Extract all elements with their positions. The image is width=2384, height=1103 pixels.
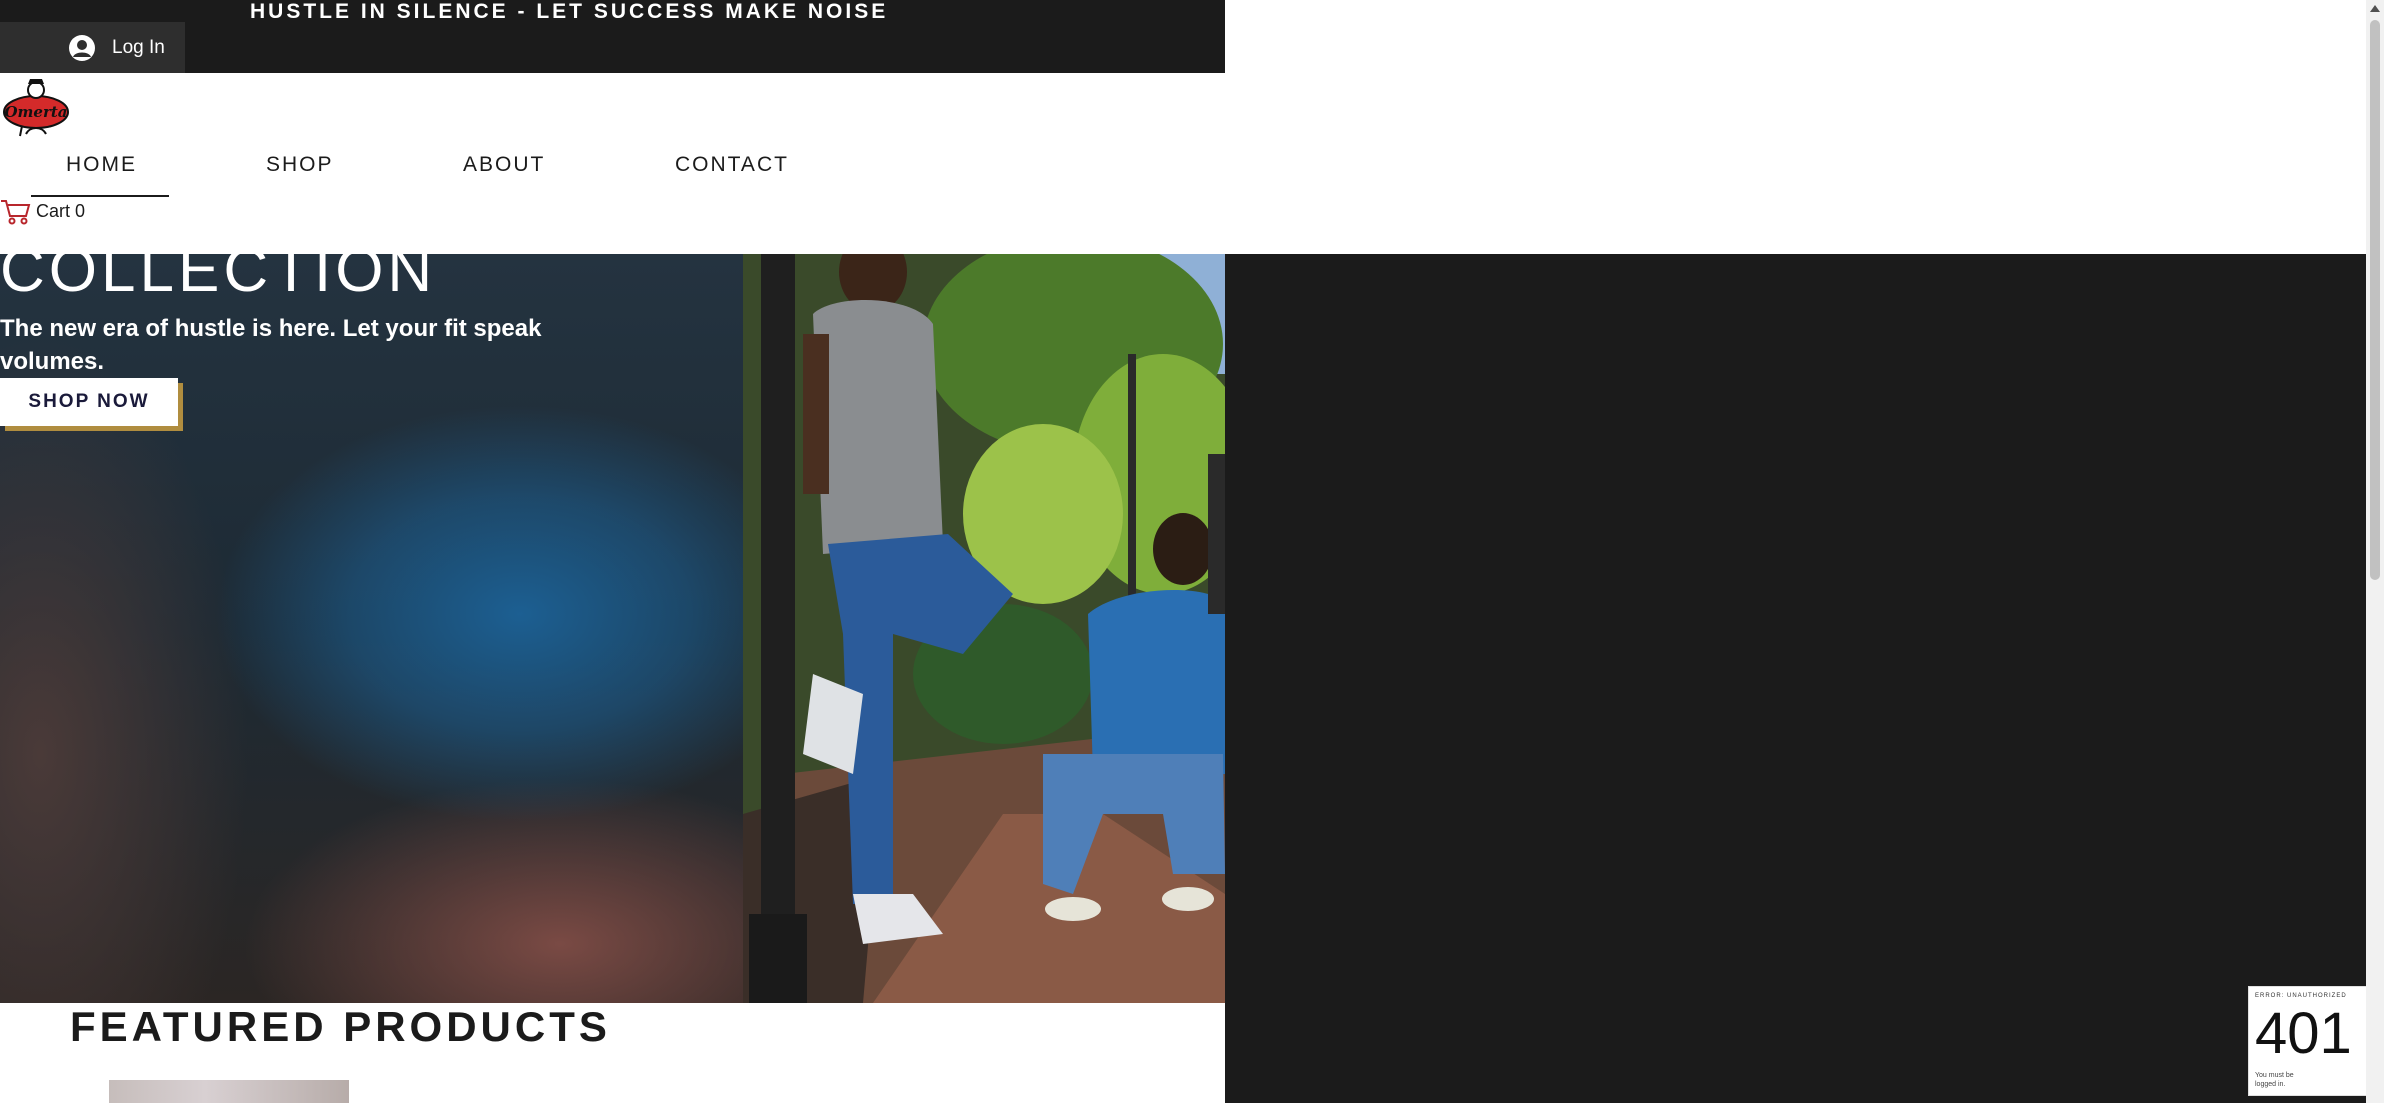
site-header: Omerta HOME SHOP ABOUT CONTACT Cart 0 (0, 73, 1225, 254)
announcement-text: HUSTLE IN SILENCE - LET SUCCESS MAKE NOI… (250, 0, 889, 23)
hero-photo (743, 254, 1225, 1003)
nav-about[interactable]: ABOUT (463, 153, 545, 177)
login-button[interactable]: Log In (0, 22, 185, 73)
brand-logo[interactable]: Omerta (0, 76, 72, 144)
cart-link[interactable]: Cart 0 (0, 197, 85, 225)
product-thumbnail[interactable] (109, 1080, 349, 1103)
nav-home[interactable]: HOME (66, 153, 137, 177)
nav-contact[interactable]: CONTACT (675, 153, 789, 177)
scrollbar-thumb[interactable] (2370, 20, 2380, 580)
right-blank-area (1225, 0, 2366, 254)
featured-title: FEATURED PRODUCTS (70, 1003, 611, 1050)
error-badge: ERROR: UNAUTHORIZED 401 You must be logg… (2248, 986, 2368, 1096)
error-code: 401 (2255, 1001, 2352, 1066)
user-circle-icon (69, 34, 95, 61)
error-label: ERROR: UNAUTHORIZED (2255, 993, 2347, 999)
hero-gradient-panel: COLLECTION The new era of hustle is here… (0, 254, 743, 1003)
scroll-up-arrow-icon[interactable] (2366, 0, 2384, 18)
announcement-bar: HUSTLE IN SILENCE - LET SUCCESS MAKE NOI… (0, 0, 1225, 73)
error-message: You must be logged in. (2255, 1072, 2294, 1088)
cart-icon (1, 200, 31, 225)
hero-subtitle: The new era of hustle is here. Let your … (0, 315, 542, 375)
website-frame: HUSTLE IN SILENCE - LET SUCCESS MAKE NOI… (0, 0, 1225, 1103)
hero-section: COLLECTION The new era of hustle is here… (0, 254, 1225, 1003)
right-dark-area (1225, 254, 2366, 1103)
logo-text: Omerta (4, 103, 67, 121)
hero-title: COLLECTION (0, 254, 437, 305)
nav-shop[interactable]: SHOP (266, 153, 334, 177)
shop-now-button[interactable]: SHOP NOW (0, 378, 178, 426)
featured-section: FEATURED PRODUCTS (0, 1003, 1225, 1103)
cart-label: Cart 0 (36, 200, 86, 221)
vertical-scrollbar[interactable] (2366, 0, 2384, 1103)
login-label: Log In (112, 36, 165, 58)
